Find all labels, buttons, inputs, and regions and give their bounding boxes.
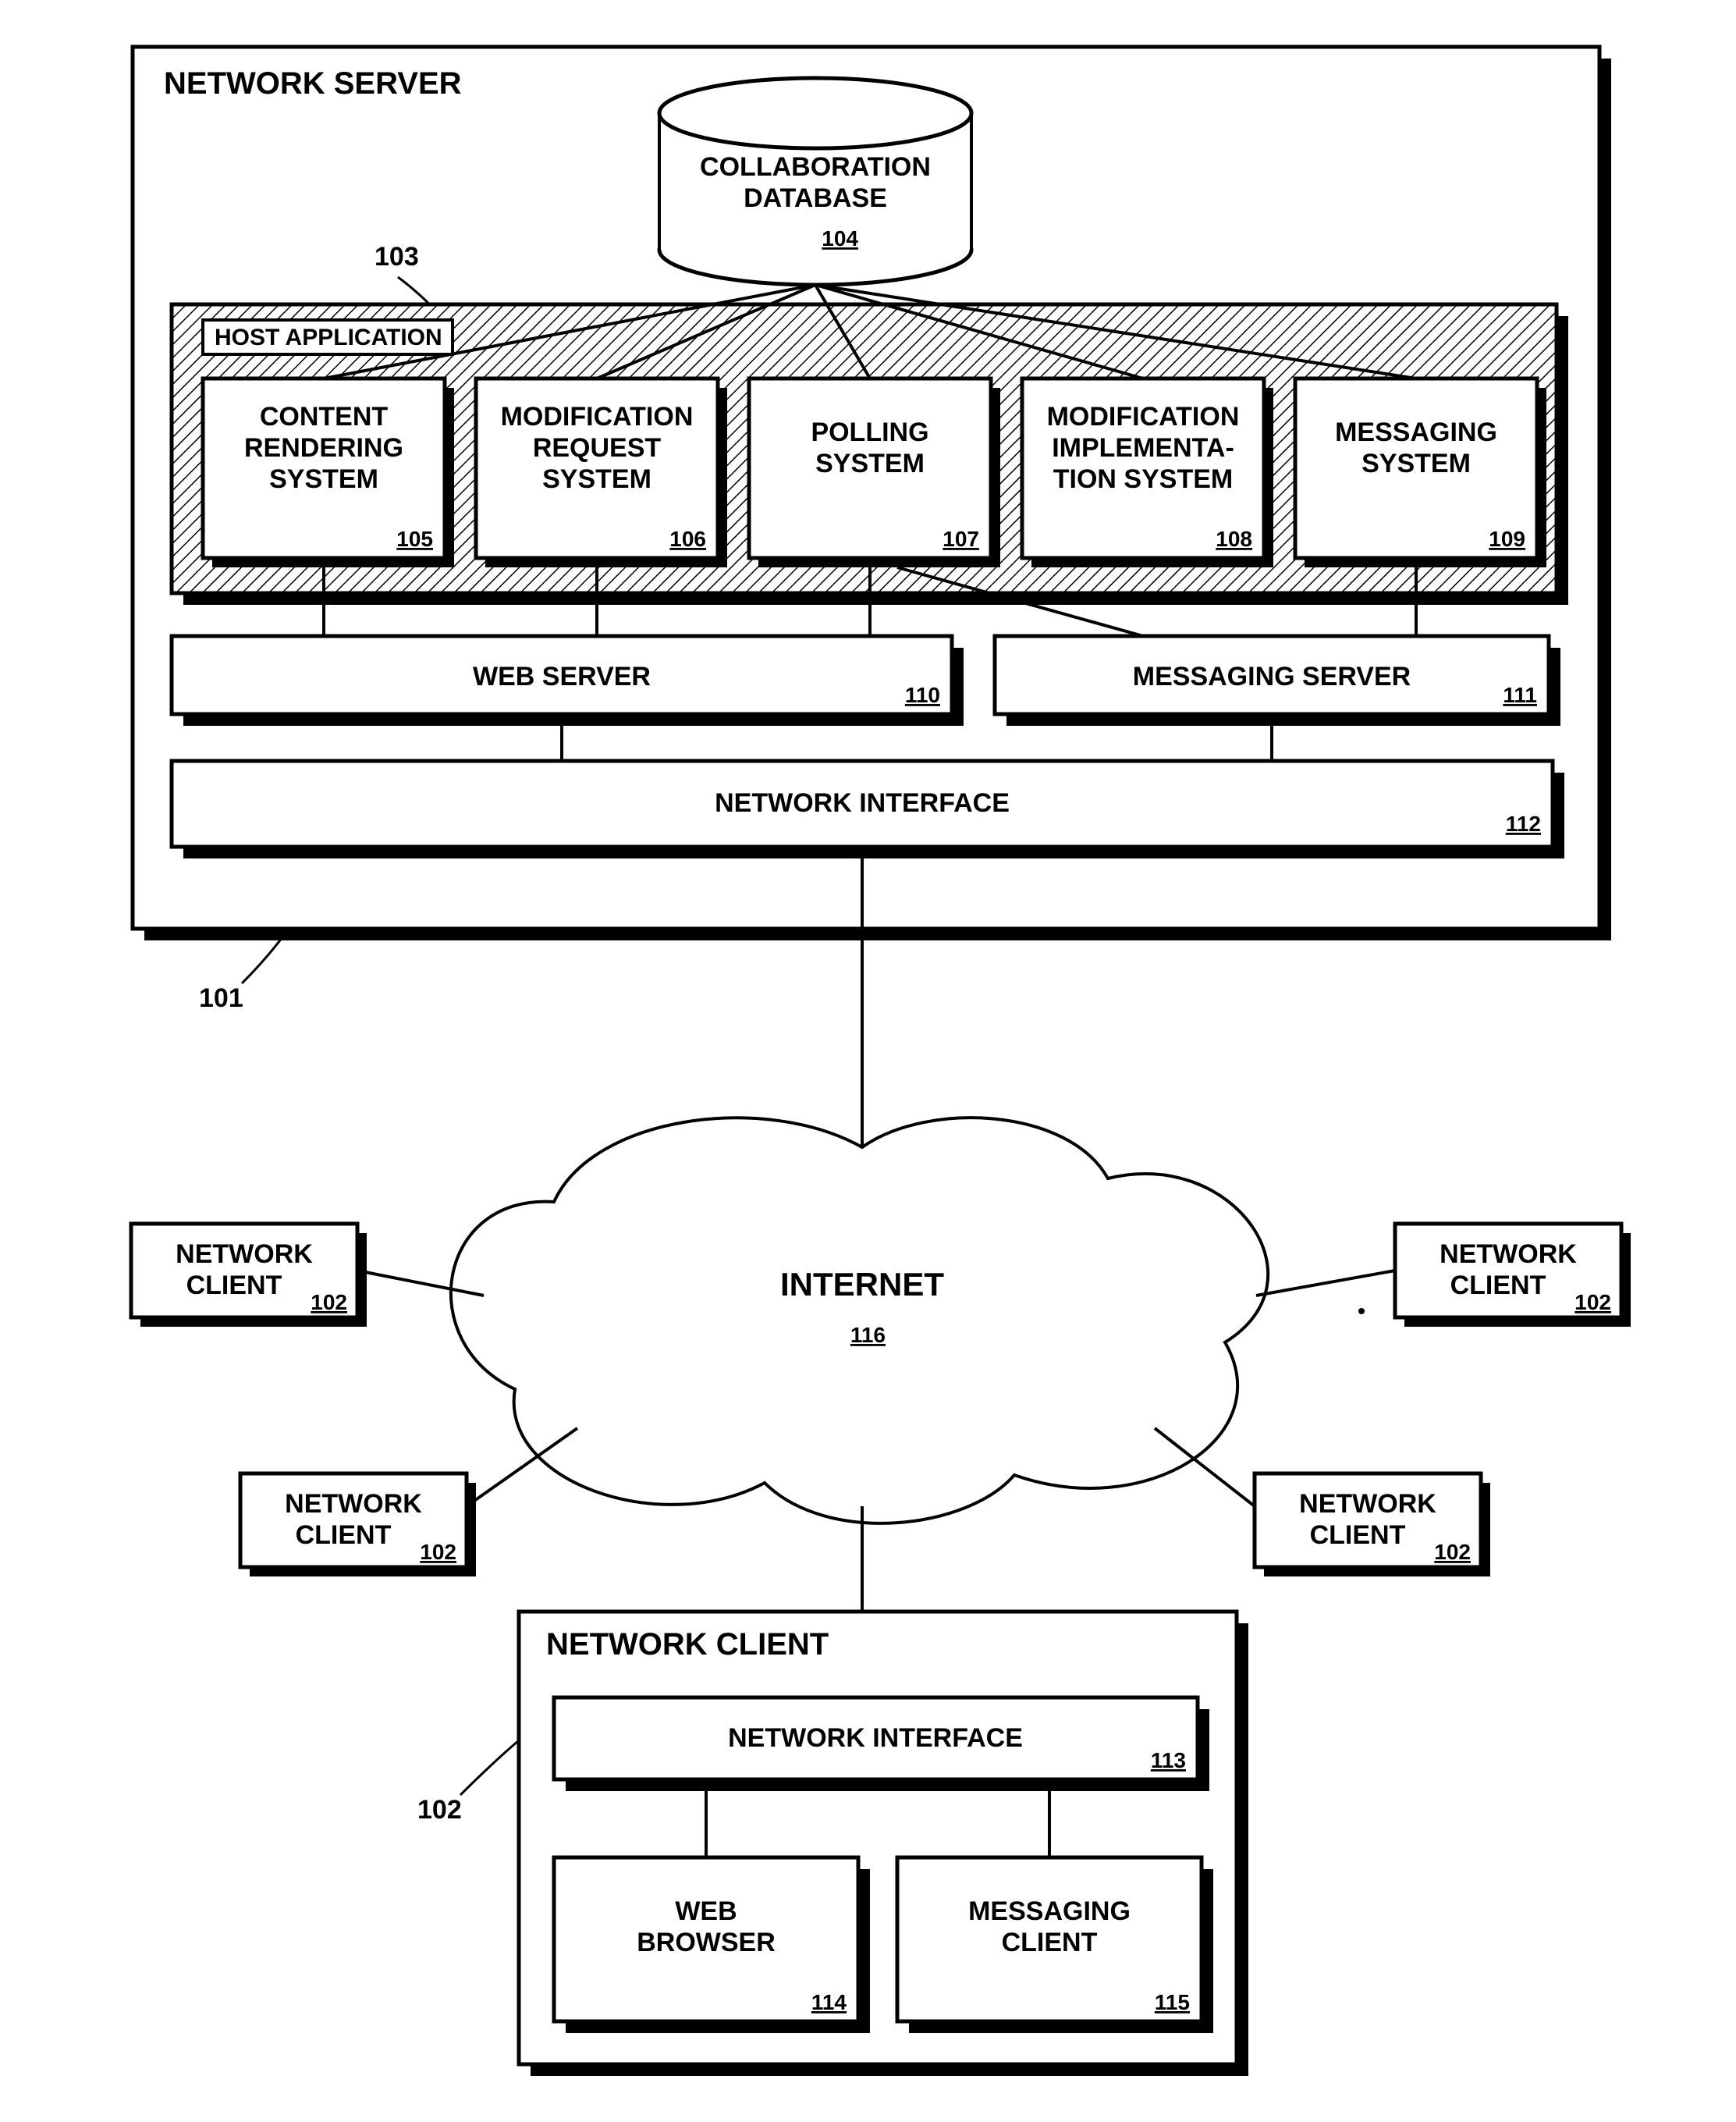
svg-text:POLLING: POLLING (811, 418, 928, 447)
svg-text:102: 102 (1574, 1290, 1611, 1314)
svg-text:MESSAGING: MESSAGING (1335, 418, 1497, 447)
svg-text:105: 105 (396, 527, 433, 551)
svg-text:107: 107 (943, 527, 979, 551)
svg-text:108: 108 (1216, 527, 1252, 551)
svg-text:NETWORK: NETWORK (1299, 1489, 1436, 1519)
leader-102: 102 (417, 1795, 462, 1825)
svg-text:109: 109 (1489, 527, 1525, 551)
internet-label: INTERNET (780, 1266, 944, 1303)
svg-text:CLIENT: CLIENT (296, 1520, 392, 1550)
svg-text:CLIENT: CLIENT (1002, 1928, 1098, 1957)
svg-text:NETWORK INTERFACE: NETWORK INTERFACE (715, 788, 1010, 818)
svg-text:SYSTEM: SYSTEM (815, 449, 925, 478)
svg-text:WEB SERVER: WEB SERVER (473, 662, 651, 691)
svg-text:102: 102 (1434, 1540, 1471, 1564)
svg-text:NETWORK: NETWORK (176, 1239, 313, 1269)
network-client-small-2: NETWORK CLIENT 102 (1395, 1224, 1631, 1327)
db-label-1: COLLABORATION (700, 152, 931, 182)
svg-text:TION SYSTEM: TION SYSTEM (1053, 464, 1233, 494)
module-polling: POLLING SYSTEM 107 (749, 379, 1000, 567)
db-label-2: DATABASE (744, 183, 887, 213)
svg-text:115: 115 (1155, 1990, 1190, 2014)
svg-text:REQUEST: REQUEST (533, 433, 662, 463)
server-title: NETWORK SERVER (164, 66, 462, 101)
svg-text:114: 114 (811, 1990, 847, 2014)
client-network-interface: NETWORK INTERFACE 113 (554, 1697, 1209, 1791)
svg-text:NETWORK: NETWORK (285, 1489, 422, 1519)
svg-text:BROWSER: BROWSER (637, 1928, 776, 1957)
svg-text:IMPLEMENTA-: IMPLEMENTA- (1052, 433, 1234, 463)
svg-text:CONTENT: CONTENT (260, 402, 389, 432)
web-browser-box: WEB BROWSER 114 (554, 1857, 870, 2033)
client-title: NETWORK CLIENT (546, 1627, 829, 1662)
svg-text:CLIENT: CLIENT (186, 1271, 282, 1300)
messaging-server-box: MESSAGING SERVER 111 (995, 636, 1560, 726)
svg-text:CLIENT: CLIENT (1450, 1271, 1546, 1300)
svg-text:113: 113 (1151, 1748, 1186, 1772)
svg-text:112: 112 (1506, 812, 1541, 836)
network-client-small-4: NETWORK CLIENT 102 (1255, 1473, 1490, 1576)
svg-text:111: 111 (1503, 683, 1537, 707)
web-server-box: WEB SERVER 110 (172, 636, 964, 726)
svg-text:102: 102 (420, 1540, 456, 1564)
svg-text:106: 106 (669, 527, 706, 551)
svg-text:NETWORK INTERFACE: NETWORK INTERFACE (728, 1723, 1023, 1753)
network-client-detail: NETWORK CLIENT NETWORK INTERFACE 113 WEB… (519, 1612, 1248, 2076)
db-id: 104 (822, 226, 858, 251)
svg-text:102: 102 (311, 1290, 347, 1314)
svg-text:MESSAGING: MESSAGING (968, 1896, 1131, 1926)
svg-text:RENDERING: RENDERING (244, 433, 403, 463)
svg-text:SYSTEM: SYSTEM (1361, 449, 1471, 478)
leader-101: 101 (199, 983, 243, 1013)
internet-cloud: INTERNET 116 (451, 1118, 1268, 1523)
svg-text:CLIENT: CLIENT (1310, 1520, 1406, 1550)
network-client-small-1: NETWORK CLIENT 102 (131, 1224, 367, 1327)
network-client-small-3: NETWORK CLIENT 102 (240, 1473, 476, 1576)
svg-text:MODIFICATION: MODIFICATION (501, 402, 694, 432)
svg-text:SYSTEM: SYSTEM (269, 464, 378, 494)
svg-text:SYSTEM: SYSTEM (542, 464, 651, 494)
svg-text:NETWORK: NETWORK (1440, 1239, 1577, 1269)
svg-text:110: 110 (905, 683, 940, 707)
module-modification-impl: MODIFICATION IMPLEMENTA- TION SYSTEM 108 (1022, 379, 1273, 567)
network-server-container: NETWORK SERVER COLLABORATION DATABASE 10… (133, 47, 1611, 940)
svg-text:MESSAGING SERVER: MESSAGING SERVER (1133, 662, 1411, 691)
host-application-container: HOST APPLICATION CONTENT RENDERING SYSTE… (172, 304, 1568, 605)
module-content-rendering: CONTENT RENDERING SYSTEM 105 (203, 379, 454, 567)
svg-text:WEB: WEB (675, 1896, 737, 1926)
module-modification-request: MODIFICATION REQUEST SYSTEM 106 (476, 379, 727, 567)
module-messaging: MESSAGING SYSTEM 109 (1295, 379, 1546, 567)
database-icon: COLLABORATION DATABASE 104 (659, 78, 971, 285)
internet-id: 116 (850, 1323, 886, 1347)
leader-103: 103 (375, 242, 419, 272)
messaging-client-box: MESSAGING CLIENT 115 (897, 1857, 1213, 2033)
hostapp-label: HOST APPLICATION (215, 325, 442, 350)
server-network-interface: NETWORK INTERFACE 112 (172, 761, 1564, 858)
svg-text:MODIFICATION: MODIFICATION (1047, 402, 1240, 432)
